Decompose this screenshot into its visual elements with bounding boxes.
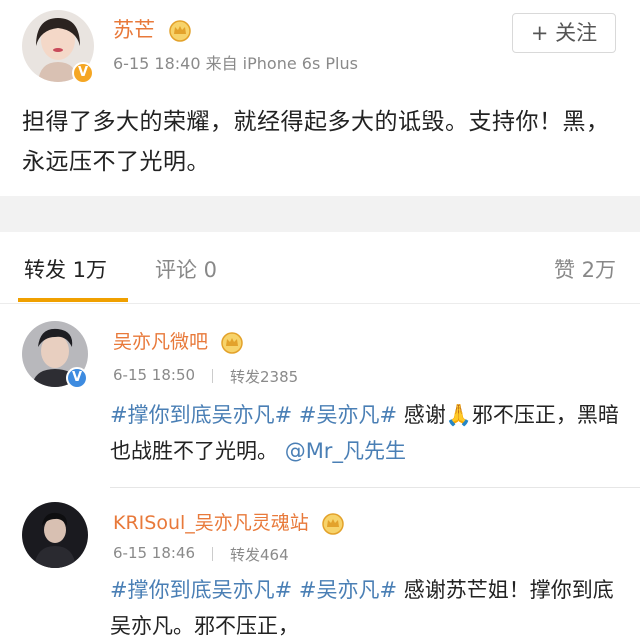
tab-repost[interactable]: 转发 1万	[24, 254, 107, 284]
repost-text: #撑你到底吴亦凡# #吴亦凡# 感谢🙏邪不压正，黑暗也战胜不了光明。 @Mr_凡…	[110, 403, 619, 463]
list-item: V 吴亦凡微吧 6-15 18:50 转发2385 #撑你到底吴亦凡# #吴亦凡…	[0, 305, 640, 488]
vip-crown-icon	[168, 20, 191, 42]
hashtag-link[interactable]: #吴亦凡#	[299, 403, 397, 427]
repost-author-name[interactable]: KRISoul_吴亦凡灵魂站	[113, 508, 345, 535]
repost-time: 6-15 18:46	[113, 544, 196, 562]
meta-separator	[212, 369, 213, 383]
repost-author-name[interactable]: 吴亦凡微吧	[113, 327, 244, 354]
verified-badge-icon: V	[72, 62, 94, 84]
section-gap	[0, 196, 640, 232]
tab-comment[interactable]: 评论 0	[155, 254, 217, 284]
verified-badge-icon: V	[66, 367, 88, 389]
tab-like[interactable]: 赞 2万	[554, 254, 616, 284]
meta-separator	[212, 547, 213, 561]
follow-button[interactable]: + 关注	[512, 13, 616, 53]
post-meta: 6-15 18:40 来自 iPhone 6s Plus	[113, 54, 358, 73]
active-tab-indicator	[18, 298, 128, 302]
divider	[110, 487, 640, 488]
vip-crown-icon	[221, 331, 243, 354]
interaction-tabs: 转发 1万 评论 0 赞 2万	[0, 232, 640, 304]
hashtag-link[interactable]: #撑你到底吴亦凡#	[110, 403, 292, 427]
repost-count: 转发2385	[230, 368, 299, 386]
hashtag-link[interactable]: #吴亦凡#	[299, 578, 397, 602]
hashtag-link[interactable]: #撑你到底吴亦凡#	[110, 578, 292, 602]
repost-time: 6-15 18:50	[113, 366, 196, 384]
original-post: V 苏芒 6-15 18:40 来自 iPhone 6s Plus + 关注 担…	[0, 0, 640, 196]
mention-link[interactable]: @Mr_凡先生	[285, 439, 406, 463]
post-body: 担得了多大的荣耀，就经得起多大的诋毁。支持你！黑，永远压不了光明。	[22, 109, 610, 175]
author-name[interactable]: 苏芒	[113, 14, 192, 44]
repost-text: #撑你到底吴亦凡# #吴亦凡# 感谢苏芒姐！撑你到底吴亦凡。邪不压正，	[110, 578, 614, 638]
list-item: KRISoul_吴亦凡灵魂站 6-15 18:46 转发464 #撑你到底吴亦凡…	[0, 490, 640, 642]
repost-avatar[interactable]	[22, 502, 88, 568]
vip-crown-icon	[322, 512, 344, 535]
repost-count: 转发464	[230, 546, 289, 564]
